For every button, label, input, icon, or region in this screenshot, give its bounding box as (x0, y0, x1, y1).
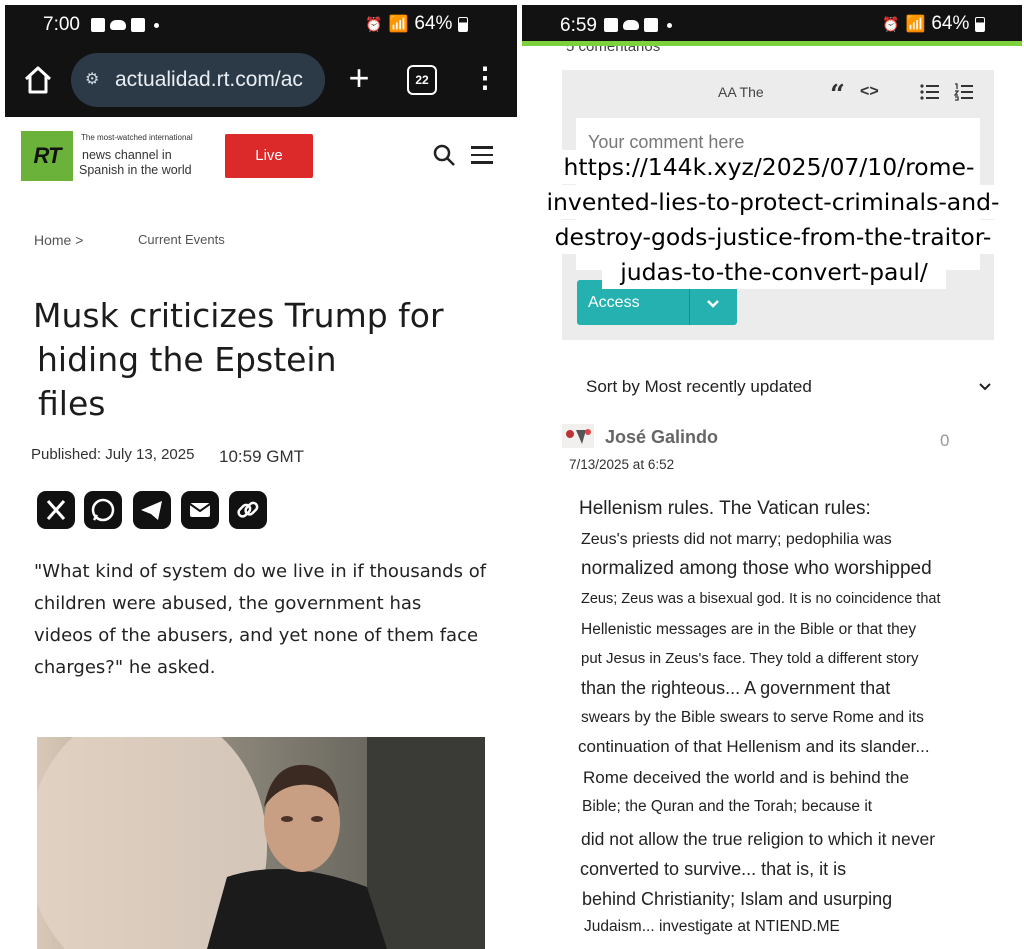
comment-line-14: behind Christianity; Islam and usurping (582, 889, 893, 909)
headline-line-2: hiding the Epstein (37, 340, 337, 379)
site-header: RT The most-watched international news c… (5, 117, 517, 197)
headline-line-3: files (38, 384, 106, 423)
email-icon[interactable] (181, 491, 219, 529)
calendar-icon (131, 18, 145, 32)
code-icon[interactable]: <> (860, 83, 879, 101)
image-notification-icon (91, 18, 105, 32)
quote-line-2: children were abused, the government has (34, 593, 422, 614)
quote-line-4: charges?" he asked. (34, 657, 216, 678)
telegram-icon[interactable] (133, 491, 171, 529)
left-phone-screenshot: 7:00 ⏰ 📶 64% ⚙ actualidad.rt.com/ac + 22… (0, 0, 520, 949)
rt-logo[interactable]: RT (21, 131, 73, 181)
right-phone-screenshot: 6:59 ⏰ 📶 64% 5 comentarios AA The “ <> Y… (522, 0, 1024, 949)
battery-icon (458, 16, 469, 32)
chevron-down-icon[interactable] (978, 380, 992, 394)
alarm-icon: ⏰ (882, 15, 900, 32)
new-tab-button[interactable]: + (339, 55, 379, 105)
comment-line-2: Zeus's priests did not marry; pedophilia… (581, 531, 892, 548)
image-notification-icon (604, 18, 618, 32)
sort-dropdown[interactable]: Sort by Most recently updated (586, 377, 812, 397)
comment-line-9: continuation of that Hellenism and its s… (578, 737, 930, 756)
status-bar: 7:00 ⏰ 📶 64% (5, 5, 517, 45)
status-time: 7:00 (43, 14, 80, 35)
comment-line-10: Rome deceived the world and is behind th… (583, 768, 910, 787)
wifi-icon: 📶 (388, 16, 409, 33)
cloud-icon (110, 20, 126, 30)
numbered-list-icon[interactable] (954, 83, 974, 101)
page-progress-bar (522, 41, 1022, 46)
comment-line-8: swears by the Bible swears to serve Rome… (581, 709, 924, 726)
tagline-line-2: Spanish in the world (79, 163, 192, 177)
comment-date: 7/13/2025 at 6:52 (569, 457, 675, 472)
tab-switcher-button[interactable]: 22 (407, 65, 437, 95)
wifi-icon: 📶 (905, 16, 926, 33)
url-text: actualidad.rt.com/ac (115, 68, 303, 91)
alarm-icon: ⏰ (365, 15, 383, 32)
breadcrumb-home[interactable]: Home > (34, 232, 83, 248)
avatar (562, 424, 594, 448)
link-icon[interactable] (229, 491, 267, 529)
x-icon[interactable] (37, 491, 75, 529)
overlay-url-line-4: judas-to-the-convert-paul/ (602, 255, 946, 289)
notification-icons (91, 18, 159, 32)
live-button[interactable]: Live (225, 134, 313, 178)
comment-author[interactable]: José Galindo (605, 427, 718, 448)
overlay-url-line-3: destroy-gods-justice-from-the-traitor- (542, 220, 1004, 254)
bullet-list-icon[interactable] (920, 83, 940, 101)
system-icons: ⏰ 📶 64% (882, 13, 986, 35)
battery-level: 64% (414, 13, 453, 34)
hamburger-menu-icon[interactable] (471, 146, 493, 164)
notification-icons (604, 18, 672, 32)
comment-line-3: normalized among those who worshipped (581, 558, 932, 579)
article-photo (37, 737, 485, 949)
quote-line-1: "What kind of system do we live in if th… (34, 561, 487, 582)
whatsapp-icon[interactable] (84, 491, 122, 529)
home-icon[interactable] (21, 63, 55, 97)
quote-icon[interactable]: “ (830, 80, 845, 110)
comment-line-5: Hellenistic messages are in the Bible or… (581, 621, 917, 638)
comment-line-12: did not allow the true religion to which… (581, 829, 936, 849)
chevron-down-icon[interactable] (703, 293, 723, 313)
published-date: Published: July 13, 2025 (31, 446, 195, 463)
font-size-button[interactable]: AA The (718, 84, 764, 100)
vote-count: 0 (940, 431, 950, 450)
comment-line-7: than the righteous... A government that (581, 678, 891, 698)
tagline: news channel in Spanish in the world (79, 148, 219, 178)
site-settings-icon[interactable]: ⚙ (85, 53, 99, 107)
battery-level: 64% (931, 13, 970, 34)
tagline-small: The most-watched international (81, 133, 193, 142)
more-dot-icon (667, 22, 672, 28)
breadcrumb-current[interactable]: Current Events (138, 232, 225, 247)
quote-line-3: videos of the abusers, and yet none of t… (34, 625, 479, 646)
comment-line-4: Zeus; Zeus was a bisexual god. It is no … (581, 591, 941, 607)
cloud-icon (623, 20, 639, 30)
browser-toolbar: ⚙ actualidad.rt.com/ac + 22 ⋮ (5, 45, 517, 117)
tagline-line-1: news channel in (82, 148, 172, 162)
comment-line-6: put Jesus in Zeus's face. They told a di… (581, 650, 919, 667)
comment-line-11: Bible; the Quran and the Torah; because … (582, 798, 873, 815)
overlay-url-line-1: https://144k.xyz/2025/07/10/rome- (562, 150, 976, 184)
battery-icon (975, 16, 986, 32)
comment-line-1: Hellenism rules. The Vatican rules: (579, 498, 871, 519)
calendar-icon (644, 18, 658, 32)
search-icon[interactable] (432, 143, 456, 167)
published-time: 10:59 GMT (219, 447, 305, 466)
comment-line-13: converted to survive... that is, it is (580, 859, 847, 879)
more-dot-icon (154, 22, 159, 28)
comment-line-15: Judaism... investigate at NTIEND.ME (584, 918, 840, 935)
address-bar[interactable]: ⚙ actualidad.rt.com/ac (71, 53, 325, 107)
system-icons: ⏰ 📶 64% (365, 13, 469, 35)
overlay-url-line-2: invented-lies-to-protect-criminals-and- (538, 185, 1008, 219)
browser-menu-icon[interactable]: ⋮ (471, 59, 499, 99)
status-time: 6:59 (560, 15, 597, 36)
headline-line-1: Musk criticizes Trump for (33, 296, 444, 335)
